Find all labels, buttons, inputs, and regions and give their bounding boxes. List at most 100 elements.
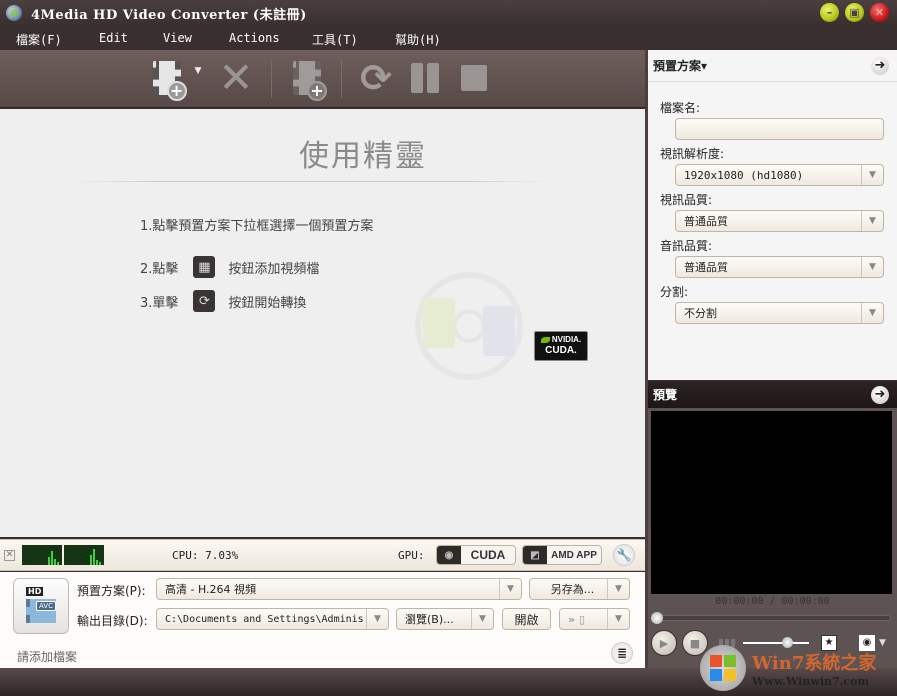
chevron-down-icon: ▼ <box>607 609 629 629</box>
filename-label: 檔案名: <box>660 101 701 115</box>
cuda-label: CUDA <box>470 548 506 562</box>
output-dir-input[interactable]: C:\Documents and Settings\Adminis ▼ <box>156 608 389 630</box>
camera-dropdown-icon[interactable]: ▼ <box>879 638 886 648</box>
toolbar-separator <box>271 60 272 98</box>
wizard-step-3-suffix: 按鈕開始轉換 <box>228 295 307 311</box>
wizard-step-1-text: 1.點擊預置方案下拉框選擇一個預置方案 <box>140 219 374 234</box>
seek-knob[interactable] <box>651 612 663 624</box>
close-button[interactable]: ✕ <box>870 3 889 22</box>
wizard-step-2-prefix: 2.點擊 <box>140 261 179 277</box>
stop-button[interactable] <box>457 58 491 98</box>
preview-header: 預覽 ➜ <box>648 381 897 408</box>
transfer-to-device-button[interactable]: » ▯ ▼ <box>559 608 630 630</box>
transfer-device-icon: » ▯ <box>568 612 585 626</box>
menu-actions[interactable]: Actions <box>229 31 280 45</box>
nvidia-brand-text: NVIDIA. <box>551 335 582 344</box>
preview-expand-button[interactable]: ➜ <box>871 385 889 404</box>
add-files-hint: 請添加檔案 <box>17 650 78 664</box>
video-quality-label: 視訊品質: <box>660 193 713 207</box>
film-reel-watermark-icon <box>415 272 523 380</box>
stop-icon: ■ <box>689 636 701 650</box>
video-resolution-select[interactable]: 1920x1080 (hd1080) ▼ <box>675 164 884 186</box>
profile-thumbnail[interactable]: HD AVC <box>13 578 69 634</box>
volume-knob[interactable] <box>782 637 793 648</box>
wizard-step-1: 1.點擊預置方案下拉框選擇一個預置方案 <box>140 215 373 234</box>
film-plus-icon: + <box>152 61 187 101</box>
preview-time: 00:00:00 / 00:00:00 <box>715 596 830 607</box>
amd-app-toggle[interactable]: ◩ AMD APP <box>522 545 602 565</box>
window-footer <box>0 668 897 696</box>
video-quality-select[interactable]: 普通品質 ▼ <box>675 210 884 232</box>
toolbar: + ▼ ✕ + ⟳ <box>0 50 647 108</box>
cuda-text: CUDA. <box>545 345 577 356</box>
preview-title: 預覽 <box>653 388 678 402</box>
chevron-down-icon: ▼ <box>861 211 883 231</box>
add-segment-button[interactable]: + <box>286 58 328 101</box>
preview-stop-button[interactable]: ■ <box>682 630 708 656</box>
nvidia-cuda-badge: NVIDIA. CUDA. <box>534 331 588 361</box>
profile-settings-title[interactable]: 預置方案▾ <box>653 57 707 74</box>
task-list-button[interactable]: ≣ <box>611 642 633 664</box>
wizard-step-2-suffix: 按鈕添加視頻檔 <box>228 261 320 277</box>
play-button[interactable]: ▶ <box>651 630 677 656</box>
camera-icon: ◉ <box>862 637 872 648</box>
browse-button[interactable]: 瀏覽(B)... ▼ <box>396 608 494 630</box>
pause-icon <box>411 63 439 93</box>
close-monitor-button[interactable]: ✕ <box>4 550 15 561</box>
title-bar: 4Media HD Video Converter (未註冊) – ▣ ✕ <box>0 0 897 26</box>
maximize-button[interactable]: ▣ <box>845 3 864 22</box>
wizard-step-3-prefix: 3.單擊 <box>140 295 179 311</box>
convert-button[interactable]: ⟳ <box>355 58 397 98</box>
cuda-toggle[interactable]: ◉ CUDA <box>436 545 516 565</box>
minimize-button[interactable]: – <box>820 3 839 22</box>
audio-quality-select[interactable]: 普通品質 ▼ <box>675 256 884 278</box>
file-list-area[interactable]: 使用精靈 1.點擊預置方案下拉框選擇一個預置方案 2.點擊 ▦ 按鈕添加視頻檔 … <box>0 109 645 537</box>
play-icon: ▶ <box>659 636 669 650</box>
minimize-icon: – <box>826 6 833 19</box>
wizard-step-3: 3.單擊 ⟳ 按鈕開始轉換 <box>140 290 306 312</box>
nvidia-eye-icon <box>540 336 550 343</box>
profile-select[interactable]: 高清 - H.264 視頻 ▼ <box>156 578 522 600</box>
menu-tools[interactable]: 工具(T) <box>312 31 358 48</box>
add-video-step-icon: ▦ <box>193 256 216 278</box>
add-video-button[interactable]: + ▼ <box>150 58 204 101</box>
split-value: 不分割 <box>684 307 717 320</box>
volume-slider[interactable] <box>743 642 809 644</box>
output-dir-label: 輸出目錄(D): <box>77 614 148 628</box>
menu-edit[interactable]: Edit <box>99 31 128 45</box>
wizard-divider <box>70 181 550 182</box>
menu-view[interactable]: View <box>163 31 192 45</box>
close-icon: ✕ <box>874 6 885 19</box>
menu-file[interactable]: 檔案(F) <box>16 31 62 48</box>
toolbar-separator <box>341 60 342 98</box>
pause-button[interactable] <box>408 58 442 98</box>
cpu-graph-1 <box>22 545 62 565</box>
settings-wrench-button[interactable]: 🔧 <box>613 544 635 566</box>
cpu-usage: CPU: 7.03% <box>172 549 239 562</box>
audio-quality-label: 音訊品質: <box>660 239 713 253</box>
chevron-down-icon: ▼ <box>861 165 883 185</box>
chevron-down-icon: ▼ <box>366 609 388 629</box>
advanced-settings-arrow-button[interactable]: ➜ <box>871 56 889 75</box>
video-quality-value: 普通品質 <box>684 215 728 228</box>
preview-seek-slider[interactable] <box>651 612 891 624</box>
chevron-down-icon: ▼ <box>861 303 883 323</box>
filename-input[interactable] <box>675 118 884 140</box>
split-select[interactable]: 不分割 ▼ <box>675 302 884 324</box>
browse-label: 瀏覽(B)... <box>405 613 454 626</box>
snapshot-clip-button[interactable]: ★ <box>821 635 837 651</box>
save-as-button[interactable]: 另存為... ▼ <box>529 578 630 600</box>
chevron-down-icon: ▼ <box>499 579 521 599</box>
gpu-label: GPU: <box>398 549 425 562</box>
profile-label: 預置方案(P): <box>77 584 146 598</box>
wizard-title: 使用精靈 <box>299 139 427 174</box>
app-logo-icon <box>6 5 22 21</box>
window-title: 4Media HD Video Converter (未註冊) <box>31 7 307 23</box>
camera-button[interactable]: ◉ <box>859 635 875 651</box>
open-folder-button[interactable]: 開啟 <box>502 608 551 630</box>
remove-button[interactable]: ✕ <box>216 57 256 99</box>
menu-help[interactable]: 幫助(H) <box>395 31 441 48</box>
output-settings-panel: HD AVC 預置方案(P): 高清 - H.264 視頻 ▼ 另存為... ▼… <box>0 572 645 668</box>
preview-panel: 00:00:00 / 00:00:00 ▶ ■ ▮▮▮ ★ ◉ ▼ <box>648 408 897 668</box>
stop-icon <box>461 65 487 91</box>
